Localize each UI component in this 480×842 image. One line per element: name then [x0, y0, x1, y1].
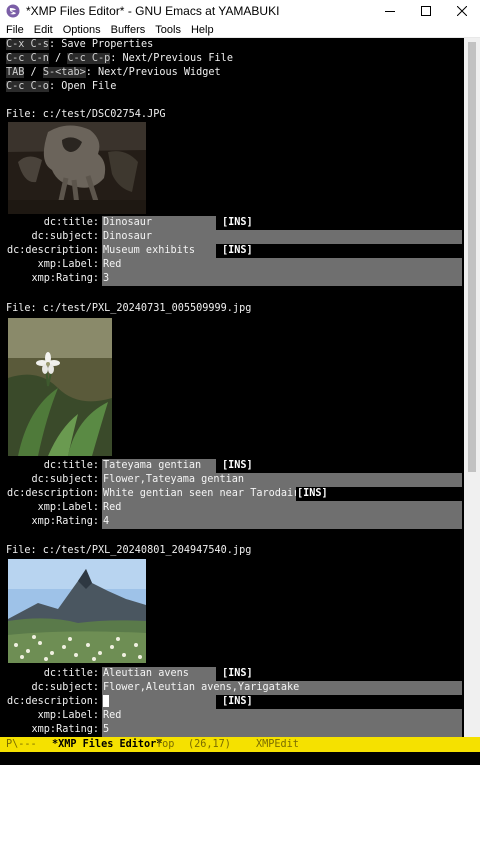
thumbnail-gentian[interactable] — [8, 318, 112, 456]
field-label-label: xmp:Label: — [37, 502, 99, 513]
menu-buffers[interactable]: Buffers — [106, 24, 151, 36]
field-label-rating: xmp:Rating: — [31, 516, 99, 527]
thumbnail-dinosaur[interactable] — [8, 122, 146, 214]
file-path: File: c:/test/DSC02754.JPG — [6, 109, 166, 120]
field-label-subject: dc:subject: — [31, 474, 99, 485]
menu-file[interactable]: File — [0, 24, 29, 36]
help-text: : Next/Previous File — [110, 53, 233, 64]
key-binding: C-c C-n — [6, 53, 49, 64]
line-column: (26,17) — [188, 739, 231, 750]
thumbnail-avens[interactable] — [8, 559, 146, 663]
insert-button[interactable]: [INS] — [222, 244, 253, 258]
field-label-rating: xmp:Rating: — [31, 273, 99, 284]
field-label-title: dc:title: — [43, 217, 99, 228]
buffer-status: P\--- — [6, 739, 37, 750]
close-button[interactable] — [444, 0, 480, 22]
key-binding: S-<tab> — [42, 67, 86, 78]
minimize-icon — [385, 11, 395, 12]
label-field[interactable]: Red — [102, 501, 462, 515]
title-field[interactable]: Tateyama gentian — [102, 459, 216, 473]
insert-button[interactable]: [INS] — [222, 216, 253, 230]
description-field[interactable]: White gentian seen near Tarodaira — [102, 487, 296, 501]
help-text: : Save Properties — [48, 39, 154, 50]
rating-field[interactable]: 3 — [102, 272, 462, 286]
help-line-next-widget: TAB / S-<tab>: Next/Previous Widget — [6, 66, 221, 80]
menu-bar: File Edit Options Buffers Tools Help — [0, 22, 480, 38]
file-path: File: c:/test/PXL_20240801_204947540.jpg — [6, 545, 252, 556]
text-cursor — [103, 695, 109, 707]
maximize-icon — [421, 6, 431, 16]
window-title: *XMP Files Editor* - GNU Emacs at YAMABU… — [26, 4, 280, 18]
field-label-label: xmp:Label: — [37, 259, 99, 270]
help-line-save: C-x C-s: Save Properties — [6, 38, 153, 52]
menu-help[interactable]: Help — [186, 24, 219, 36]
insert-button[interactable]: [INS] — [222, 667, 253, 681]
subject-field[interactable]: Dinosaur — [102, 230, 462, 244]
major-mode[interactable]: XMPEdit — [256, 737, 299, 752]
insert-button[interactable]: [INS] — [222, 459, 253, 473]
field-label-rating: xmp:Rating: — [31, 724, 99, 735]
menu-tools[interactable]: Tools — [150, 24, 186, 36]
minimize-button[interactable] — [372, 0, 408, 22]
buffer-name[interactable]: *XMP Files Editor* — [52, 737, 162, 752]
label-field[interactable]: Red — [102, 258, 462, 272]
help-text: : Next/Previous Widget — [85, 67, 221, 78]
key-binding: C-x C-s — [6, 39, 49, 50]
help-line-next-file: C-c C-n / C-c C-p: Next/Previous File — [6, 52, 233, 66]
rating-field[interactable]: 5 — [102, 723, 462, 737]
description-field[interactable]: Museum exhibits — [102, 244, 216, 258]
field-label-label: xmp:Label: — [37, 710, 99, 721]
minibuffer[interactable] — [0, 752, 480, 765]
menu-edit[interactable]: Edit — [29, 24, 58, 36]
title-field[interactable]: Aleutian avens — [102, 667, 216, 681]
left-fringe — [0, 38, 4, 737]
field-label-subject: dc:subject: — [31, 682, 99, 693]
insert-button[interactable]: [INS] — [297, 487, 328, 501]
help-line-open: C-c C-o: Open File — [6, 80, 116, 94]
close-icon — [457, 6, 467, 16]
key-separator: / — [48, 53, 68, 64]
emacs-icon — [6, 4, 20, 18]
key-binding: C-c C-p — [67, 53, 111, 64]
key-binding: C-c C-o — [6, 81, 49, 92]
mode-line: P\--- *XMP Files Editor* Top (26,17) XMP… — [0, 737, 480, 764]
scrollbar-thumb[interactable] — [468, 42, 476, 472]
field-label-description: dc:description: — [6, 488, 99, 499]
subject-field[interactable]: Flower,Aleutian avens,Yarigatake — [102, 681, 462, 695]
menu-options[interactable]: Options — [58, 24, 106, 36]
label-field[interactable]: Red — [102, 709, 462, 723]
field-label-description: dc:description: — [6, 245, 99, 256]
description-field[interactable] — [102, 695, 216, 709]
insert-button[interactable]: [INS] — [222, 695, 253, 709]
vertical-scrollbar[interactable] — [464, 38, 480, 737]
field-label-description: dc:description: — [6, 696, 99, 707]
field-label-title: dc:title: — [43, 460, 99, 471]
window-titlebar: *XMP Files Editor* - GNU Emacs at YAMABU… — [0, 0, 480, 22]
field-label-subject: dc:subject: — [31, 231, 99, 242]
title-field[interactable]: Dinosaur — [102, 216, 216, 230]
field-label-title: dc:title: — [43, 668, 99, 679]
help-text: : Open File — [48, 81, 117, 92]
buffer-content: C-x C-s: Save Properties C-c C-n / C-c C… — [6, 38, 464, 737]
maximize-button[interactable] — [408, 0, 444, 22]
rating-field[interactable]: 4 — [102, 515, 462, 529]
scroll-position: Top — [156, 739, 175, 750]
file-path: File: c:/test/PXL_20240731_005509999.jpg — [6, 303, 252, 314]
subject-field[interactable]: Flower,Tateyama gentian — [102, 473, 462, 487]
editor-buffer[interactable]: C-x C-s: Save Properties C-c C-n / C-c C… — [0, 38, 480, 737]
key-separator: / — [24, 67, 43, 78]
key-binding: TAB — [6, 67, 25, 78]
